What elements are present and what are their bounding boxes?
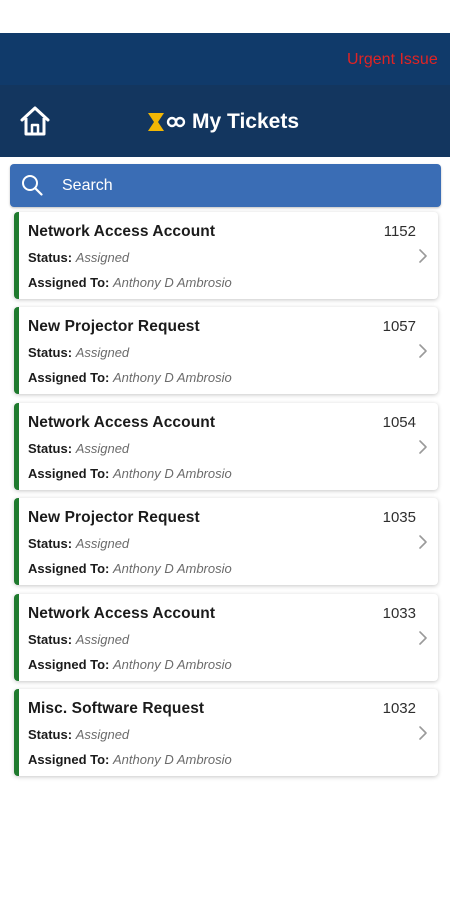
ticket-title: Misc. Software Request: [28, 699, 205, 717]
ticket-card[interactable]: Network Access Account 1033 Status: Assi…: [14, 593, 438, 681]
home-button[interactable]: [18, 105, 52, 137]
ticket-status: Assigned: [75, 631, 130, 647]
status-label: Status:: [28, 345, 73, 361]
urgent-banner[interactable]: Urgent Issue: [0, 33, 450, 85]
ticket-assignee: Anthony D Ambrosio: [113, 465, 232, 481]
ticket-assignee-row: Assigned To: Anthony D Ambrosio: [28, 752, 232, 767]
chevron-right-icon: [419, 344, 427, 359]
ticket-title: Network Access Account: [28, 413, 216, 431]
ticket-id: 1032: [382, 699, 416, 717]
ticket-id: 1035: [382, 509, 416, 527]
header-title-group: My Tickets: [146, 107, 299, 137]
ticket-card[interactable]: Network Access Account 1054 Status: Assi…: [14, 402, 438, 490]
status-label: Status:: [28, 631, 73, 647]
status-label: Status:: [28, 440, 73, 456]
ticket-status: Assigned: [75, 250, 130, 265]
page-title: My Tickets: [192, 110, 299, 133]
ticket-status-row: Status: Assigned: [28, 345, 129, 360]
ticket-card[interactable]: New Projector Request 1035 Status: Assig…: [14, 498, 438, 586]
ticket-card[interactable]: New Projector Request 1057 Status: Assig…: [14, 307, 438, 395]
ticket-status-row: Status: Assigned: [28, 441, 129, 456]
ticket-status: Assigned: [75, 440, 130, 456]
ticket-id: 1057: [382, 318, 416, 336]
search-bar[interactable]: Search: [10, 164, 441, 207]
status-label: Status:: [28, 726, 73, 742]
assigned-to-label: Assigned To:: [28, 275, 110, 290]
ticket-assignee-row: Assigned To: Anthony D Ambrosio: [28, 370, 232, 385]
chevron-right-icon: [419, 439, 427, 454]
search-icon: [22, 175, 43, 196]
assigned-to-label: Assigned To:: [28, 370, 110, 386]
ticket-id: 1152: [383, 223, 416, 240]
urgent-issue-text: Urgent Issue: [347, 51, 438, 68]
ticket-assignee: Anthony D Ambrosio: [113, 275, 232, 290]
ticket-status-row: Status: Assigned: [28, 727, 129, 742]
ticket-status: Assigned: [75, 726, 130, 742]
ticket-assignee-row: Assigned To: Anthony D Ambrosio: [28, 657, 232, 672]
status-label: Status:: [28, 250, 73, 265]
app-logo-icon: [148, 113, 186, 131]
ticket-status-row: Status: Assigned: [28, 632, 129, 647]
assigned-to-label: Assigned To:: [28, 561, 110, 577]
ticket-assignee: Anthony D Ambrosio: [113, 561, 232, 577]
ticket-status: Assigned: [75, 345, 130, 361]
ticket-title: Network Access Account: [28, 223, 216, 240]
ticket-title: New Projector Request: [28, 509, 200, 527]
assigned-to-label: Assigned To:: [28, 751, 110, 767]
home-icon: [20, 106, 50, 136]
ticket-assignee-row: Assigned To: Anthony D Ambrosio: [28, 561, 232, 576]
status-label: Status:: [28, 536, 73, 552]
ticket-assignee-row: Assigned To: Anthony D Ambrosio: [28, 466, 232, 481]
ticket-card[interactable]: Misc. Software Request 1032 Status: Assi…: [14, 688, 438, 776]
ticket-list: Network Access Account 1152 Status: Assi…: [14, 212, 438, 784]
assigned-to-label: Assigned To:: [28, 465, 110, 481]
ticket-assignee-row: Assigned To: Anthony D Ambrosio: [28, 275, 232, 290]
ticket-status-row: Status: Assigned: [28, 250, 129, 265]
chevron-right-icon: [419, 535, 427, 549]
ticket-card[interactable]: Network Access Account 1152 Status: Assi…: [14, 212, 438, 299]
ticket-id: 1033: [382, 604, 416, 622]
ticket-status-row: Status: Assigned: [28, 536, 129, 551]
ticket-title: New Projector Request: [28, 318, 200, 336]
ticket-title: Network Access Account: [28, 604, 216, 622]
ticket-assignee: Anthony D Ambrosio: [113, 370, 232, 386]
chevron-right-icon: [419, 249, 427, 263]
ticket-id: 1054: [382, 413, 416, 431]
search-input[interactable]: Search: [62, 177, 113, 195]
app-header: My Tickets: [0, 85, 450, 157]
ticket-assignee: Anthony D Ambrosio: [113, 751, 232, 767]
ticket-assignee: Anthony D Ambrosio: [113, 656, 232, 672]
chevron-right-icon: [419, 630, 427, 645]
assigned-to-label: Assigned To:: [28, 656, 110, 672]
chevron-right-icon: [419, 726, 427, 740]
ticket-status: Assigned: [75, 536, 130, 552]
